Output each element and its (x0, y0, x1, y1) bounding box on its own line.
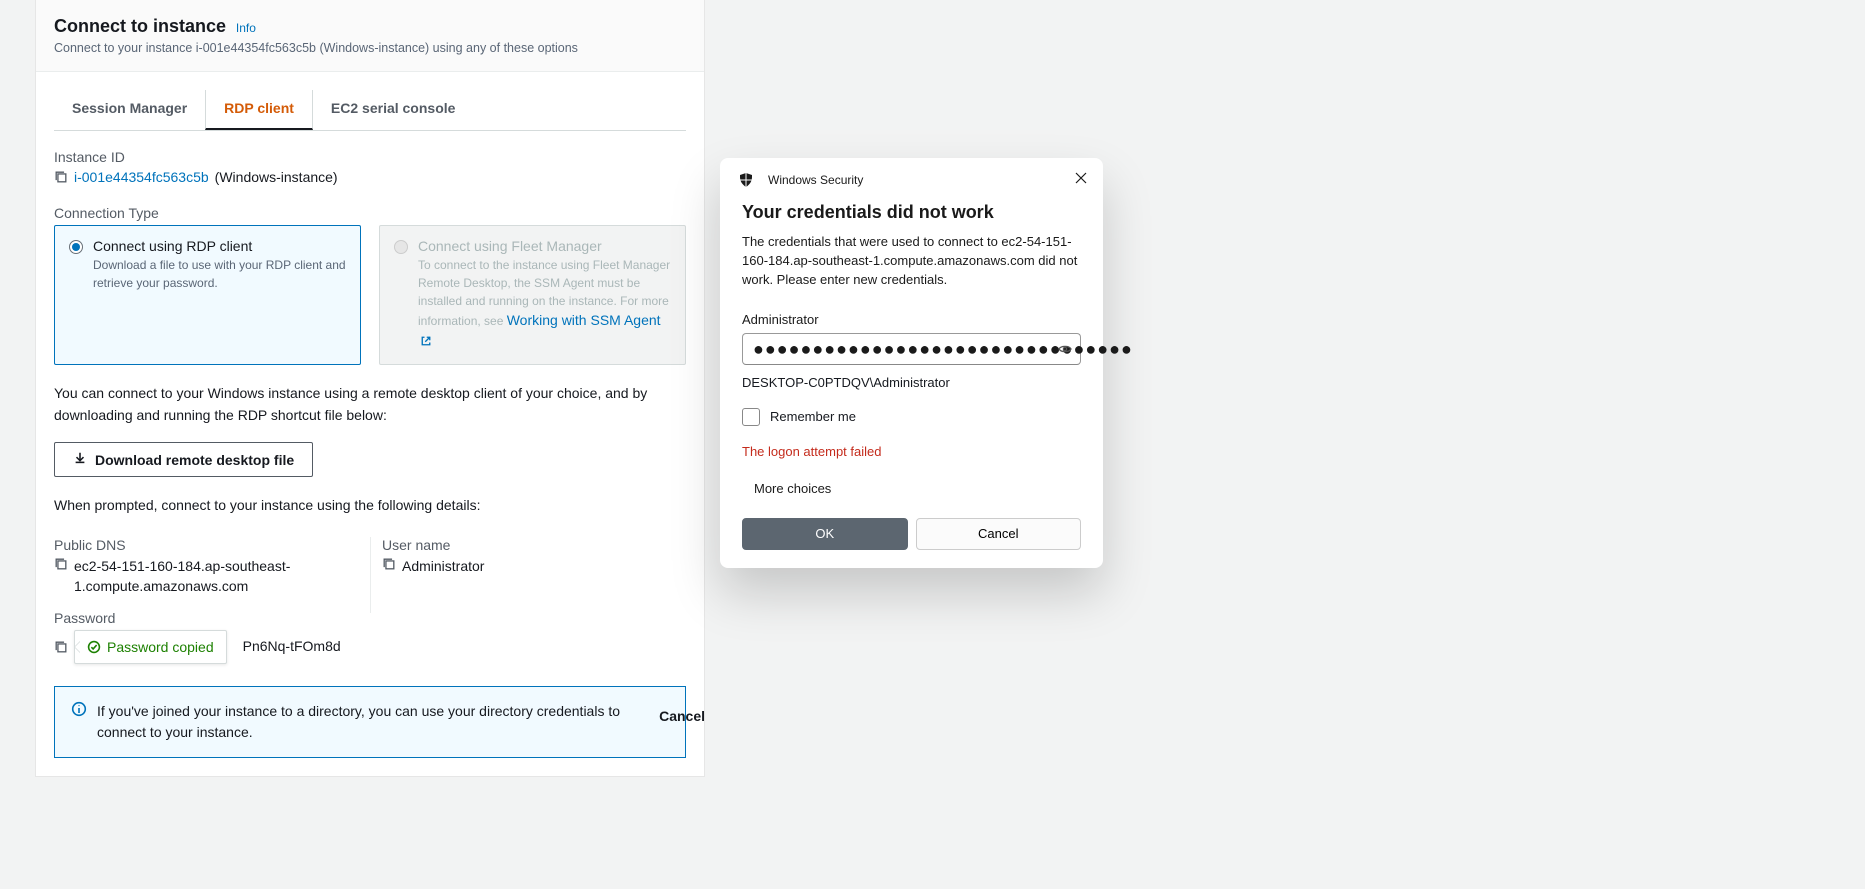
ssm-agent-link-text: Working with SSM Agent (507, 312, 661, 328)
radio-fleet (394, 240, 408, 254)
more-choices-link[interactable]: More choices (742, 481, 1081, 496)
card-fleet-desc: To connect to the instance using Fleet M… (418, 256, 671, 352)
connection-type-label: Connection Type (54, 205, 686, 221)
windows-security-dialog: Windows Security Your credentials did no… (720, 158, 1103, 568)
password-field-wrap: ●●●●●●●●●●●●●●●●●●●●●●●●●●●●●●●● (742, 333, 1081, 365)
password-input[interactable]: ●●●●●●●●●●●●●●●●●●●●●●●●●●●●●●●● (742, 333, 1081, 365)
download-button-label: Download remote desktop file (95, 452, 294, 468)
panel-body: Instance ID i-001e44354fc563c5b (Windows… (36, 131, 704, 776)
dialog-header: Windows Security (720, 158, 1103, 196)
public-dns-block: Public DNS ec2-54-151-160-184.ap-southea… (54, 537, 358, 596)
details-grid: Public DNS ec2-54-151-160-184.ap-southea… (54, 537, 686, 664)
remember-row: Remember me (742, 408, 1081, 426)
shield-icon (738, 172, 754, 188)
tab-session-manager[interactable]: Session Manager (54, 90, 205, 130)
instance-id-label: Instance ID (54, 149, 686, 165)
card-fleet-manager: Connect using Fleet Manager To connect t… (379, 225, 686, 365)
tab-ec2-serial-console[interactable]: EC2 serial console (313, 90, 474, 130)
info-link[interactable]: Info (236, 21, 256, 35)
connect-paragraph: You can connect to your Windows instance… (54, 383, 686, 426)
card-rdp-client[interactable]: Connect using RDP client Download a file… (54, 225, 361, 365)
dialog-top-label: Windows Security (768, 173, 863, 187)
radio-rdp[interactable] (69, 240, 83, 254)
copy-icon[interactable] (54, 557, 68, 571)
footer-actions: Cancel (35, 708, 705, 724)
tooltip-text: Password copied (107, 639, 214, 655)
public-dns-label: Public DNS (54, 537, 358, 553)
copy-icon[interactable] (54, 640, 68, 654)
password-value-tail: Pn6Nq-tFOm8d (243, 637, 341, 657)
download-icon (73, 451, 87, 468)
ok-button[interactable]: OK (742, 518, 908, 550)
external-link-icon (420, 332, 432, 344)
username-block: User name Administrator (382, 537, 686, 596)
cancel-button[interactable]: Cancel (659, 708, 705, 724)
instance-name: (Windows-instance) (215, 169, 338, 185)
grid-divider (370, 537, 371, 613)
dialog-buttons: OK Cancel (720, 518, 1103, 550)
username-label: User name (382, 537, 686, 553)
copy-icon[interactable] (54, 170, 68, 184)
password-block: Password Password copied Pn6Nq-tFOm8d (54, 610, 686, 664)
tabs: Session Manager RDP client EC2 serial co… (54, 90, 686, 131)
tab-rdp-client[interactable]: RDP client (205, 90, 313, 130)
dialog-message: The credentials that were used to connec… (742, 233, 1081, 290)
password-label: Password (54, 610, 686, 626)
download-rdp-button[interactable]: Download remote desktop file (54, 442, 313, 477)
connection-cards: Connect using RDP client Download a file… (54, 225, 686, 365)
account-label: DESKTOP-C0PTDQV\Administrator (742, 375, 1081, 390)
check-circle-icon (87, 640, 101, 654)
remember-checkbox[interactable] (742, 408, 760, 426)
card-rdp-desc: Download a file to use with your RDP cli… (93, 256, 346, 292)
remember-label: Remember me (770, 409, 856, 424)
page-title: Connect to instance (54, 16, 226, 36)
aws-connect-panel: Connect to instance Info Connect to your… (35, 0, 705, 777)
prompt-paragraph: When prompted, connect to your instance … (54, 495, 686, 517)
username-value: Administrator (402, 557, 484, 577)
panel-header: Connect to instance Info Connect to your… (36, 0, 704, 72)
public-dns-value: ec2-54-151-160-184.ap-southeast-1.comput… (74, 557, 358, 596)
password-copied-tooltip: Password copied (74, 630, 227, 664)
instance-row: i-001e44354fc563c5b (Windows-instance) (54, 169, 686, 185)
dialog-title: Your credentials did not work (742, 202, 1081, 223)
reveal-password-icon[interactable] (1057, 341, 1073, 360)
close-icon[interactable] (1075, 172, 1087, 187)
dialog-body: Your credentials did not work The creden… (720, 196, 1103, 496)
instance-id-link[interactable]: i-001e44354fc563c5b (74, 169, 209, 185)
copy-icon[interactable] (382, 557, 396, 571)
page-subtitle: Connect to your instance i-001e44354fc56… (54, 41, 686, 55)
card-rdp-title: Connect using RDP client (93, 238, 346, 254)
user-label: Administrator (742, 312, 1081, 327)
cancel-button[interactable]: Cancel (916, 518, 1082, 550)
error-message: The logon attempt failed (742, 444, 1081, 459)
card-fleet-title: Connect using Fleet Manager (418, 238, 671, 254)
